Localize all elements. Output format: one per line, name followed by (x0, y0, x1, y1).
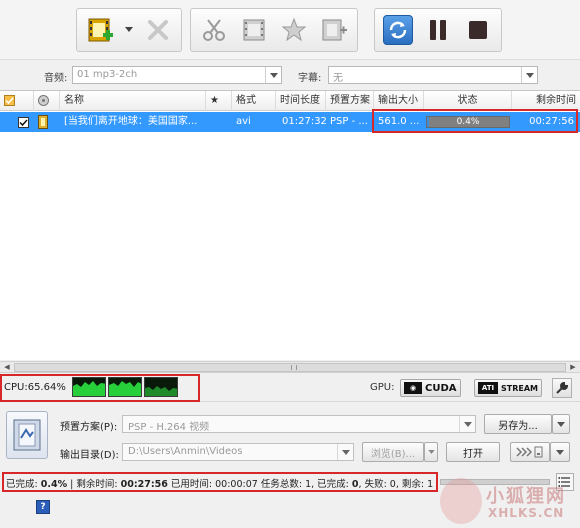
output-dir-select[interactable]: D:\Users\Anmin\Videos (122, 443, 354, 461)
header-duration[interactable]: 时间长度 (276, 91, 326, 111)
edit-toolbar-group (190, 8, 358, 52)
chevron-down-icon (265, 67, 281, 83)
stop-button[interactable] (463, 15, 493, 45)
gpu-label: GPU: (370, 382, 395, 393)
save-as-button[interactable]: 另存为... (484, 414, 552, 434)
subtitle-label: 字幕: (298, 73, 322, 84)
header-preset[interactable]: 预置方案 (326, 91, 374, 111)
convert-button[interactable] (383, 15, 413, 45)
clip-icon (243, 19, 265, 41)
stop-icon (469, 21, 487, 39)
chevron-down-icon (521, 67, 537, 83)
add-video-button[interactable] (85, 15, 115, 45)
task-list-header: 名称 ★ 格式 时间长度 预置方案 输出大小 状态 剩余时间 (0, 91, 580, 111)
convert-icon (389, 21, 407, 39)
track-options-bar: 音频: 01 mp3-2ch 字幕: 无 (0, 61, 580, 89)
audio-label: 音频: (44, 73, 68, 84)
main-toolbar (0, 0, 580, 60)
chevron-down-icon (557, 421, 565, 427)
ati-stream-badge[interactable]: ATI STREAM (474, 379, 542, 397)
output-dir-label: 输出目录(D): (60, 450, 119, 461)
header-remaining[interactable]: 剩余时间 (512, 91, 580, 111)
chevron-down-icon (427, 450, 435, 454)
cut-icon (203, 19, 225, 41)
save-as-dropdown[interactable] (552, 414, 570, 434)
gpu-settings-button[interactable] (552, 378, 572, 398)
help-button[interactable]: ? (36, 500, 50, 514)
highlight-box-status (2, 472, 438, 492)
scroll-left-icon[interactable]: ◀ (1, 363, 13, 372)
after-done-icon (516, 446, 543, 458)
profile-button[interactable] (6, 411, 48, 459)
checkbox-icon (4, 95, 15, 106)
open-folder-button[interactable]: 打开 (446, 442, 500, 462)
add-video-dropdown[interactable] (125, 15, 133, 45)
header-select-all[interactable] (0, 91, 34, 111)
audio-select[interactable]: 01 mp3-2ch (72, 66, 282, 84)
subtitle-select-value: 无 (333, 73, 343, 84)
chevron-down-icon (459, 416, 475, 432)
after-done-dropdown[interactable] (550, 442, 570, 462)
checkbox-checked-icon (18, 117, 29, 128)
ati-icon: ATI (478, 382, 498, 394)
watermark: 小狐狸网 XHLKS.CN (440, 478, 580, 528)
add-video-icon (88, 18, 113, 42)
effect-icon (281, 17, 307, 42)
watermark-en: XHLKS.CN (488, 506, 565, 520)
row-preset: PSP - ... (330, 116, 368, 127)
audio-select-value: 01 mp3-2ch (77, 69, 138, 80)
pause-button[interactable] (423, 15, 453, 45)
fox-logo-icon (440, 478, 482, 524)
effect-button[interactable] (279, 15, 309, 45)
output-dir-value: D:\Users\Anmin\Videos (128, 446, 243, 457)
subtitle-select[interactable]: 无 (328, 66, 538, 84)
merge-icon (322, 19, 347, 41)
cuda-label: CUDA (425, 382, 457, 394)
chevron-down-icon (556, 449, 564, 455)
film-profile-icon (13, 419, 41, 451)
scrollbar-thumb[interactable] (14, 363, 566, 372)
browse-dropdown[interactable] (424, 442, 438, 462)
pause-icon (430, 20, 446, 40)
preset-label: 预置方案(P): (60, 422, 118, 433)
video-file-icon (38, 112, 54, 132)
grip-icon (291, 365, 297, 370)
chevron-down-icon (337, 444, 353, 460)
cpu-gpu-bar: CPU:65.64% GPU: ◉ CUDA ATI STREAM (0, 374, 580, 402)
header-status[interactable]: 状态 (424, 91, 512, 111)
wrench-icon (556, 381, 569, 394)
header-format[interactable]: 格式 (232, 91, 276, 111)
row-format: avi (236, 116, 251, 127)
highlight-box-cpu (0, 374, 200, 402)
delete-button[interactable] (143, 15, 173, 45)
header-output-size[interactable]: 输出大小 (374, 91, 424, 111)
row-duration: 01:27:32 (282, 116, 326, 127)
after-done-button[interactable] (510, 442, 550, 462)
chevron-down-icon (125, 27, 133, 32)
browse-button[interactable]: 浏览(B)... (362, 442, 424, 462)
header-star[interactable]: ★ (206, 91, 232, 111)
scroll-right-icon[interactable]: ▶ (567, 363, 579, 372)
header-name[interactable]: 名称 (60, 91, 206, 111)
clip-button[interactable] (239, 15, 269, 45)
stream-label: STREAM (501, 383, 538, 393)
task-list: 名称 ★ 格式 时间长度 预置方案 输出大小 状态 剩余时间 [当我们离开地球：… (0, 90, 580, 360)
watermark-cn: 小狐狸网 (486, 486, 566, 507)
row-checkbox[interactable] (18, 112, 34, 132)
row-name: [当我们离开地球：美国国家... (64, 116, 198, 127)
disc-icon (38, 95, 49, 106)
file-toolbar-group (76, 8, 182, 52)
cut-button[interactable] (199, 15, 229, 45)
control-toolbar-group (374, 8, 502, 52)
merge-button[interactable] (319, 15, 349, 45)
preset-select-value: PSP - H.264 视频 (128, 422, 210, 433)
horizontal-scrollbar[interactable]: ◀ ▶ (0, 361, 580, 373)
nvidia-icon: ◉ (404, 382, 422, 394)
preset-select[interactable]: PSP - H.264 视频 (122, 415, 476, 433)
delete-icon (148, 20, 168, 40)
cuda-badge[interactable]: ◉ CUDA (400, 379, 461, 397)
header-type[interactable] (34, 91, 60, 111)
highlight-box-output (372, 109, 578, 133)
